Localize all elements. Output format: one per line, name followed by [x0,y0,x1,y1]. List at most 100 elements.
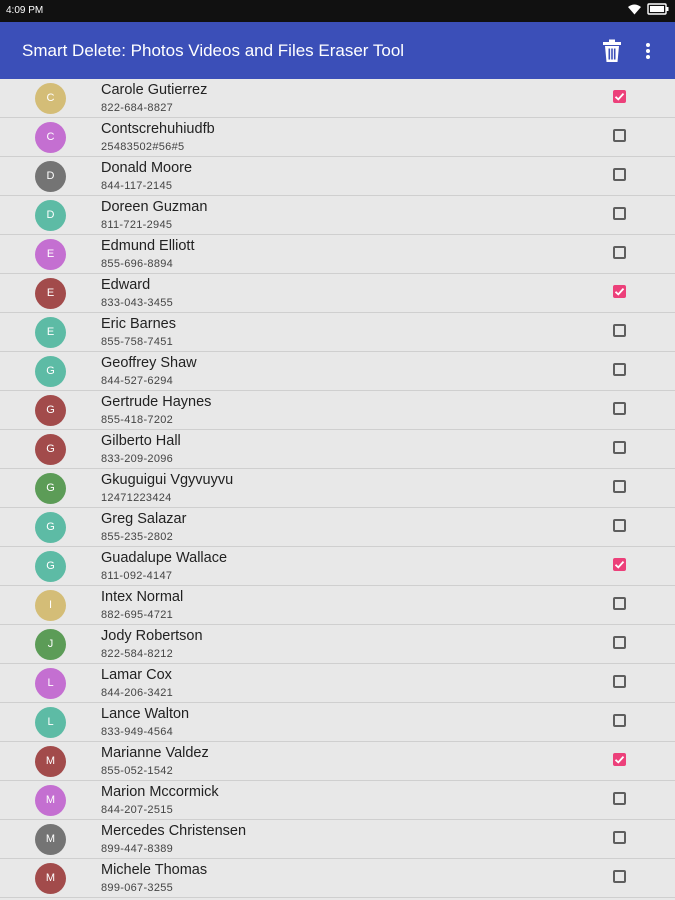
battery-icon [647,3,669,15]
wifi-icon [628,4,641,15]
contact-phone: 833-949-4564 [101,726,174,738]
select-checkbox[interactable] [613,168,626,181]
contact-row[interactable]: M Marianne Valdez 855-052-1542 [0,742,675,781]
contact-phone: 882-695-4721 [101,609,174,621]
select-checkbox[interactable] [613,129,626,142]
contact-name: Gilberto Hall [101,433,181,449]
contact-phone: 833-043-3455 [101,297,174,309]
select-checkbox[interactable] [613,597,626,610]
contact-row[interactable]: I Intex Normal 882-695-4721 [0,586,675,625]
contact-name: Intex Normal [101,589,184,605]
contact-name: Doreen Guzman [101,199,208,215]
contact-row[interactable]: M Mercedes Christensen 899-447-8389 [0,820,675,859]
contact-avatar: L [35,668,66,699]
select-checkbox[interactable] [613,636,626,649]
select-checkbox[interactable] [613,402,626,415]
contact-name: Mercedes Christensen [101,823,247,839]
contact-row[interactable]: M Marion Mccormick 844-207-2515 [0,781,675,820]
contact-row[interactable]: C Contscrehuhiudfb 25483502#56#5 [0,118,675,157]
check-icon [614,560,625,569]
select-checkbox[interactable] [613,870,626,883]
contact-avatar: G [35,512,66,543]
contact-name: Donald Moore [101,160,193,176]
select-checkbox[interactable] [613,792,626,805]
select-checkbox[interactable] [613,675,626,688]
select-checkbox[interactable] [613,90,626,103]
select-checkbox[interactable] [613,441,626,454]
check-icon [614,755,625,764]
contact-avatar: L [35,707,66,738]
contact-phone: 822-584-8212 [101,648,174,660]
contact-avatar: E [35,317,66,348]
contact-avatar: G [35,395,66,426]
contact-name: Lamar Cox [101,667,172,683]
select-checkbox[interactable] [613,831,626,844]
contact-row[interactable]: G Greg Salazar 855-235-2802 [0,508,675,547]
contact-phone: 822-684-8827 [101,102,174,114]
select-checkbox[interactable] [613,519,626,532]
contact-row[interactable]: G Gilberto Hall 833-209-2096 [0,430,675,469]
select-checkbox[interactable] [613,714,626,727]
delete-icon[interactable] [601,39,623,63]
contact-name: Lance Walton [101,706,190,722]
contact-row[interactable]: D Doreen Guzman 811-721-2945 [0,196,675,235]
contact-name: Gertrude Haynes [101,394,212,410]
contact-avatar: G [35,473,66,504]
contact-avatar: G [35,434,66,465]
select-checkbox[interactable] [613,324,626,337]
contact-phone: 855-052-1542 [101,765,174,777]
contact-avatar: J [35,629,66,660]
status-time: 4:09 PM [6,5,44,16]
contact-row[interactable]: J Jody Robertson 822-584-8212 [0,625,675,664]
contact-name: Geoffrey Shaw [101,355,197,371]
contact-row[interactable]: E Edmund Elliott 855-696-8894 [0,235,675,274]
select-checkbox[interactable] [613,207,626,220]
contact-phone: 833-209-2096 [101,453,174,465]
contact-phone: 855-235-2802 [101,531,174,543]
select-checkbox[interactable] [613,558,626,571]
contact-row[interactable]: L Lamar Cox 844-206-3421 [0,664,675,703]
contact-name: Guadalupe Wallace [101,550,228,566]
contact-row[interactable]: E Eric Barnes 855-758-7451 [0,313,675,352]
contact-row[interactable]: G Geoffrey Shaw 844-527-6294 [0,352,675,391]
contact-name: Jody Robertson [101,628,203,644]
contact-name: Contscrehuhiudfb [101,121,215,137]
contact-name: Greg Salazar [101,511,187,527]
app-bar: Smart Delete: Photos Videos and Files Er… [0,22,675,79]
status-icons [628,3,669,15]
select-checkbox[interactable] [613,753,626,766]
check-icon [614,92,625,101]
contact-phone: 844-206-3421 [101,687,174,699]
contact-avatar: C [35,122,66,153]
contact-phone: 844-207-2515 [101,804,174,816]
contact-name: Gkuguigui Vgyvuyvu [101,472,234,488]
contact-row[interactable]: C Carole Gutierrez 822-684-8827 [0,79,675,118]
check-icon [614,287,625,296]
contact-row[interactable]: G Gkuguigui Vgyvuyvu 12471223424 [0,469,675,508]
contact-row[interactable]: G Gertrude Haynes 855-418-7202 [0,391,675,430]
contact-phone: 811-721-2945 [101,219,173,231]
contact-name: Edmund Elliott [101,238,195,254]
contact-avatar: I [35,590,66,621]
contact-avatar: D [35,200,66,231]
contact-phone: 899-447-8389 [101,843,174,855]
contact-name: Eric Barnes [101,316,176,332]
more-options-icon[interactable] [640,40,656,62]
select-checkbox[interactable] [613,246,626,259]
select-checkbox[interactable] [613,363,626,376]
contact-avatar: M [35,824,66,855]
contact-row[interactable]: E Edward 833-043-3455 [0,274,675,313]
contact-name: Edward [101,277,151,293]
contact-row[interactable]: G Guadalupe Wallace 811-092-4147 [0,547,675,586]
select-checkbox[interactable] [613,480,626,493]
contact-phone: 899-067-3255 [101,882,174,894]
select-checkbox[interactable] [613,285,626,298]
contact-row[interactable]: M Michele Thomas 899-067-3255 [0,859,675,898]
contact-list: C Carole Gutierrez 822-684-8827 C Contscrehu… [0,79,675,898]
contact-avatar: M [35,863,66,894]
contact-row[interactable]: L Lance Walton 833-949-4564 [0,703,675,742]
contact-phone: 844-117-2145 [101,180,173,192]
contact-phone: 12471223424 [101,492,172,504]
contact-phone: 844-527-6294 [101,375,174,387]
contact-row[interactable]: D Donald Moore 844-117-2145 [0,157,675,196]
